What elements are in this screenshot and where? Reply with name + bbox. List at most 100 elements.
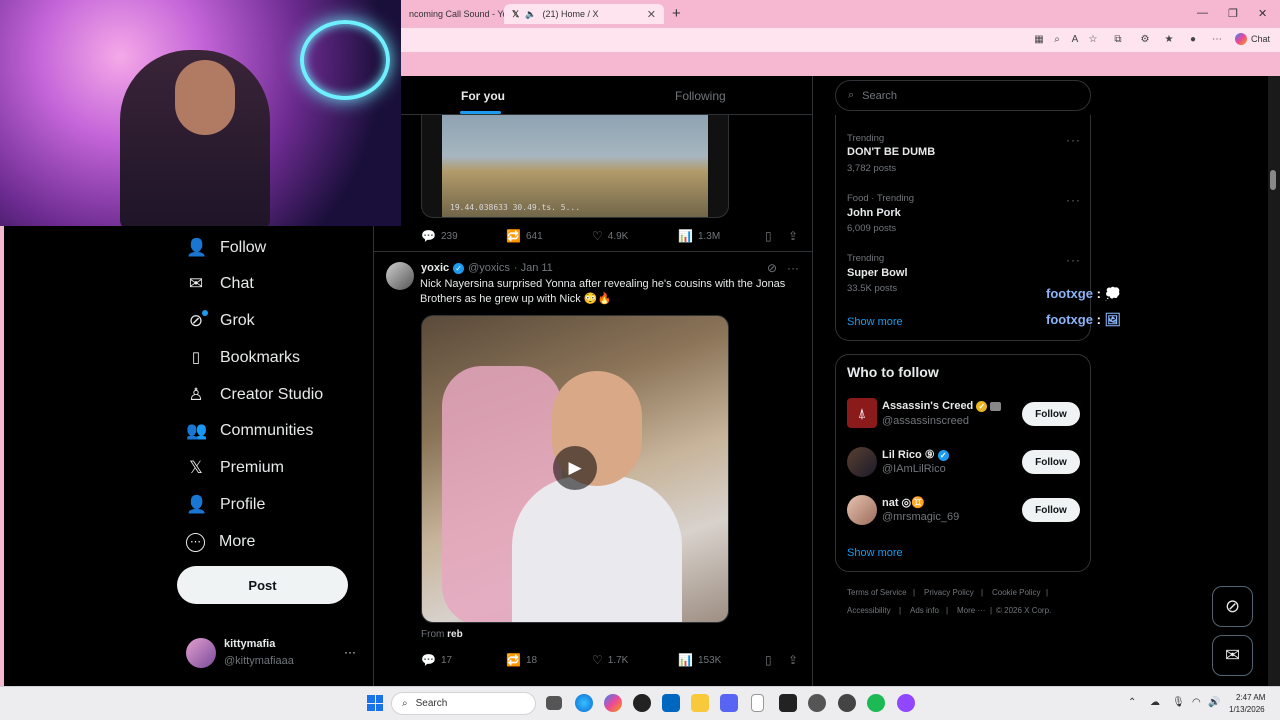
wifi-icon[interactable]: ◠ xyxy=(1192,697,1201,708)
privacy-link[interactable]: Privacy Policy xyxy=(924,588,974,597)
close-tab-icon[interactable]: ✕ xyxy=(647,8,656,21)
favorite-star-icon[interactable]: ☆ xyxy=(1086,33,1100,47)
clock-time[interactable]: 2:47 AM xyxy=(1236,693,1265,702)
post-button[interactable]: Post xyxy=(177,566,348,604)
tweet-media-video[interactable]: 19.44.038633 30.49.ts. 5... xyxy=(421,115,729,218)
repost-button[interactable]: 🔁 18 xyxy=(506,653,537,667)
volume-icon[interactable]: 🔊 xyxy=(1208,697,1220,708)
like-button[interactable]: ♡ 4.9K xyxy=(592,229,628,243)
favorites-icon[interactable]: ★ xyxy=(1162,33,1176,47)
bookmark-button[interactable]: ▯ xyxy=(765,229,772,243)
file-explorer-icon[interactable] xyxy=(691,694,709,712)
bookmark-button[interactable]: ▯ xyxy=(765,653,772,667)
assassins-creed-logo-icon[interactable]: ⍋ xyxy=(847,398,877,428)
zoom-icon[interactable]: ⌕ xyxy=(1050,33,1064,47)
minimize-button[interactable]: — xyxy=(1197,7,1208,19)
tweet-date[interactable]: · Jan 11 xyxy=(514,262,553,274)
source-link[interactable]: reb xyxy=(447,629,463,640)
show-more-follow-link[interactable]: Show more xyxy=(847,547,903,559)
task-view-icon[interactable] xyxy=(546,696,562,710)
nav-more[interactable]: ⋯ More xyxy=(186,528,255,556)
cookie-link[interactable]: Cookie Policy xyxy=(992,588,1040,597)
tweet-author-handle[interactable]: @yoxics xyxy=(468,262,510,274)
trend-more-icon[interactable]: ··· xyxy=(1066,253,1081,267)
tweet-author-name[interactable]: yoxic xyxy=(421,262,449,274)
follow-button[interactable]: Follow xyxy=(1022,498,1080,522)
tweet-author-avatar[interactable] xyxy=(386,262,414,290)
suggested-user-name[interactable]: Assassin's Creed ✓ xyxy=(882,400,1002,412)
clock-date[interactable]: 1/13/2026 xyxy=(1229,705,1265,714)
copilot-chat-button[interactable]: Chat xyxy=(1235,33,1270,45)
terms-link[interactable]: Terms of Service xyxy=(847,588,907,597)
ads-info-link[interactable]: Ads info xyxy=(910,606,939,615)
read-aloud-icon[interactable]: A xyxy=(1068,33,1082,47)
browser-tab[interactable]: ncoming Call Sound - Yo ✕ xyxy=(401,4,504,24)
grok-explain-icon[interactable]: ⊘ xyxy=(767,261,777,275)
profile-icon[interactable]: ● xyxy=(1186,33,1200,47)
show-more-trends-link[interactable]: Show more xyxy=(847,316,903,328)
nav-bookmarks[interactable]: ▯ Bookmarks xyxy=(186,344,300,372)
nav-chat[interactable]: ✉ Chat xyxy=(186,270,254,298)
split-screen-icon[interactable]: ⧉ xyxy=(1111,33,1125,47)
views-button[interactable]: 📊 1.3M xyxy=(678,229,720,243)
accessibility-link[interactable]: Accessibility xyxy=(847,606,891,615)
play-icon[interactable]: ▶ xyxy=(553,446,597,490)
nav-follow[interactable]: 👤 Follow xyxy=(186,234,266,262)
follow-button[interactable]: Follow xyxy=(1022,450,1080,474)
settings-gear-icon[interactable] xyxy=(808,694,826,712)
notepad-icon[interactable] xyxy=(751,694,764,712)
maximize-button[interactable]: ❐ xyxy=(1228,7,1238,20)
tweet-more-icon[interactable]: ··· xyxy=(787,261,799,275)
settings-more-icon[interactable]: ⋯ xyxy=(1210,33,1224,47)
share-button[interactable]: ⇪ xyxy=(788,229,798,243)
suggested-user-avatar[interactable] xyxy=(847,447,877,477)
edge-icon[interactable] xyxy=(575,694,593,712)
nav-grok[interactable]: ⊘ Grok xyxy=(186,307,255,335)
trend-name[interactable]: DON'T BE DUMB xyxy=(847,146,935,158)
trend-more-icon[interactable]: ··· xyxy=(1066,133,1081,147)
views-button[interactable]: 📊 153K xyxy=(678,653,721,667)
app-icon[interactable] xyxy=(779,694,797,712)
account-avatar[interactable] xyxy=(186,638,216,668)
reply-button[interactable]: 💬 17 xyxy=(421,653,452,667)
suggested-user-name[interactable]: Lil Rico ⑨ ✓ xyxy=(882,448,949,461)
twitch-icon[interactable] xyxy=(897,694,915,712)
extensions-icon[interactable]: ⚙ xyxy=(1138,33,1152,47)
store-icon[interactable] xyxy=(662,694,680,712)
reader-icon[interactable]: ▦ xyxy=(1032,33,1046,47)
browser-tab-active[interactable]: 𝕏 🔈 (21) Home / X ✕ xyxy=(504,4,664,24)
new-tab-button[interactable]: + xyxy=(672,5,681,22)
obs-icon[interactable] xyxy=(838,694,856,712)
nav-communities[interactable]: 👥 Communities xyxy=(186,417,313,445)
grok-float-button[interactable]: ⊘ xyxy=(1212,586,1253,627)
nav-premium[interactable]: 𝕏 Premium xyxy=(186,454,284,482)
nav-profile[interactable]: 👤 Profile xyxy=(186,491,265,519)
account-more-button[interactable]: ··· xyxy=(344,645,356,659)
spotify-icon[interactable] xyxy=(867,694,885,712)
close-window-button[interactable]: ✕ xyxy=(1258,7,1267,20)
suggested-user-avatar[interactable] xyxy=(847,495,877,525)
tab-following[interactable]: Following xyxy=(675,89,726,103)
discord-icon[interactable] xyxy=(720,694,738,712)
account-name[interactable]: kittymafia xyxy=(224,638,275,650)
scrollbar-thumb[interactable] xyxy=(1270,170,1276,190)
repost-button[interactable]: 🔁 641 xyxy=(506,229,543,243)
reply-button[interactable]: 💬 239 xyxy=(421,229,458,243)
search-input[interactable]: ⌕ Search xyxy=(835,80,1091,111)
microphone-icon[interactable]: 🎙 xyxy=(1172,697,1185,708)
nav-creator-studio[interactable]: ♙ Creator Studio xyxy=(186,381,323,409)
follow-button[interactable]: Follow xyxy=(1022,402,1080,426)
share-button[interactable]: ⇪ xyxy=(788,653,798,667)
alien-app-icon[interactable] xyxy=(633,694,651,712)
tab-for-you[interactable]: For you xyxy=(461,89,505,103)
taskbar-search[interactable]: ⌕ Search xyxy=(391,692,536,715)
copilot-icon[interactable] xyxy=(604,694,622,712)
tray-chevron-icon[interactable]: ⌃ xyxy=(1128,697,1136,708)
speaker-icon[interactable]: 🔈 xyxy=(525,9,536,20)
more-link[interactable]: More ··· xyxy=(957,606,985,615)
onedrive-icon[interactable]: ☁ xyxy=(1150,697,1160,708)
messages-float-button[interactable]: ✉ xyxy=(1212,635,1253,676)
suggested-user-name[interactable]: nat ◎♊ xyxy=(882,496,925,509)
scrollbar[interactable] xyxy=(1268,76,1280,686)
trend-name[interactable]: Super Bowl xyxy=(847,267,908,279)
